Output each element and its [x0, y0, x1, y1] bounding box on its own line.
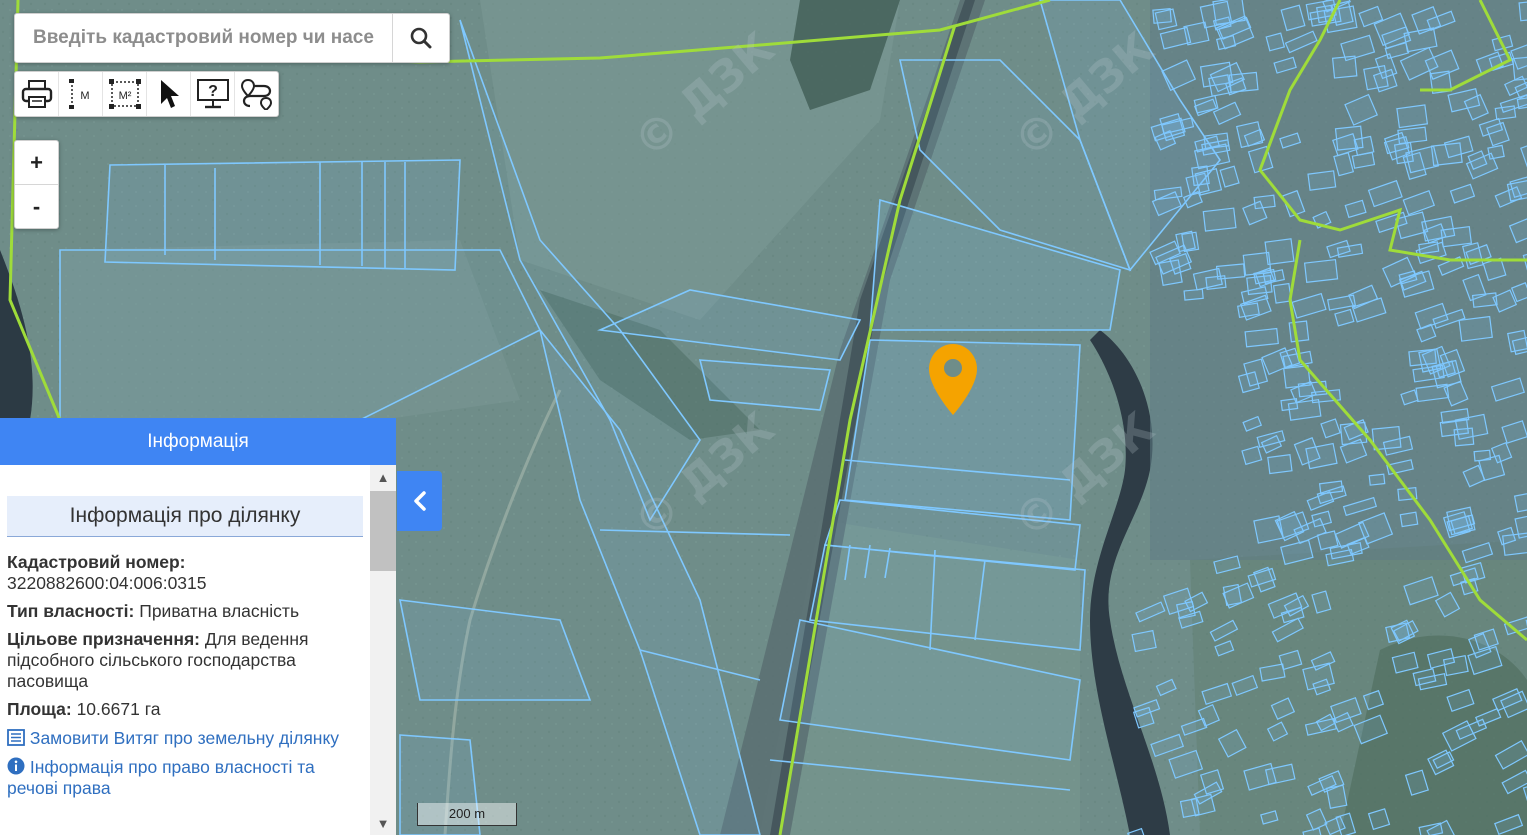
zoom-control: + -	[14, 140, 59, 229]
scroll-down-icon[interactable]: ▼	[370, 811, 396, 835]
scroll-up-icon[interactable]: ▲	[370, 465, 396, 489]
search-input[interactable]	[15, 14, 392, 62]
search-bar	[14, 13, 450, 63]
measure-area-icon: M²	[108, 79, 141, 109]
ownership-rights-link[interactable]: Інформація про право власності та речові…	[7, 757, 363, 799]
info-panel-body[interactable]: Інформація про ділянку Кадастровий номер…	[0, 465, 370, 835]
measure-length-icon: M	[68, 79, 89, 109]
print-button[interactable]	[15, 72, 59, 116]
info-circle-icon	[7, 757, 25, 775]
measure-area-label: M²	[118, 90, 131, 102]
print-icon	[21, 80, 52, 108]
list-icon	[7, 729, 25, 746]
measure-area-button[interactable]: M²	[103, 72, 147, 116]
ownership-row: Тип власності: Приватна власність	[7, 601, 363, 622]
info-query-icon: ?	[196, 79, 229, 109]
purpose-row: Цільове призначення: Для ведення підсобн…	[7, 629, 363, 692]
ownership-value: Приватна власність	[139, 601, 300, 621]
select-pointer-icon	[160, 80, 179, 108]
area-value: 10.6671 га	[76, 699, 161, 719]
select-button[interactable]	[147, 72, 191, 116]
info-panel: Інформація Інформація про ділянку Кадаст…	[0, 418, 396, 835]
order-extract-link[interactable]: Замовити Витяг про земельну ділянку	[7, 728, 363, 749]
info-query-button[interactable]: ?	[191, 72, 235, 116]
cadastral-number-row: Кадастровий номер: 3220882600:04:006:031…	[7, 552, 363, 594]
route-button[interactable]	[235, 72, 278, 116]
info-query-label: ?	[208, 83, 218, 100]
ownership-rights-link-label: Інформація про право власності та речові…	[7, 757, 315, 798]
ownership-label: Тип власності:	[7, 601, 135, 621]
purpose-label: Цільове призначення:	[7, 629, 200, 649]
cadastral-number-value: 3220882600:04:006:0315	[7, 573, 207, 593]
search-button[interactable]	[392, 14, 449, 62]
info-panel-header: Інформація	[0, 418, 396, 465]
area-label: Площа:	[7, 699, 72, 719]
area-row: Площа: 10.6671 га	[7, 699, 363, 720]
scroll-thumb[interactable]	[370, 491, 396, 571]
measure-length-button[interactable]: M	[59, 72, 103, 116]
order-extract-link-label: Замовити Витяг про земельну ділянку	[29, 728, 340, 748]
cadastral-number-label: Кадастровий номер:	[7, 552, 186, 572]
map-toolbar: M M² ?	[14, 71, 279, 117]
route-icon	[240, 78, 272, 110]
collapse-panel-button[interactable]	[397, 471, 442, 531]
map-scale-bar: 200 m	[417, 803, 517, 826]
chevron-left-icon	[413, 491, 426, 511]
parcel-info-title: Інформація про ділянку	[7, 496, 363, 537]
search-icon	[410, 27, 432, 49]
info-panel-scrollbar[interactable]: ▲ ▼	[370, 465, 396, 835]
zoom-in-button[interactable]: +	[15, 141, 58, 185]
measure-length-label: M	[80, 90, 89, 102]
zoom-out-button[interactable]: -	[15, 185, 58, 228]
